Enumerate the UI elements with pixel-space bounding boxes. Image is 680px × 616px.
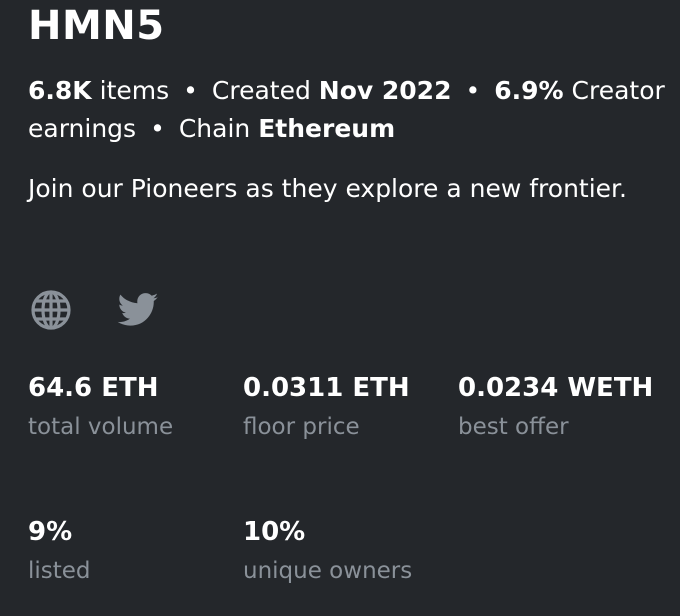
website-link[interactable] [29, 288, 73, 332]
collection-meta: 6.8K items • Created Nov 2022 • 6.9% Creator… [28, 72, 668, 148]
stat-value: 9% [28, 517, 73, 547]
stat-label: best offer [458, 414, 569, 440]
items-label: items [99, 76, 170, 105]
created-label: Created [211, 76, 311, 105]
collection-description: Join our Pioneers as they explore a new … [28, 174, 627, 203]
chain-value: Ethereum [258, 114, 396, 143]
stat-value: 10% [243, 517, 306, 547]
collection-title: HMN5 [28, 3, 165, 49]
stat-unique-owners: 10% unique owners [243, 508, 412, 586]
stat-total-volume: 64.6 ETH total volume [28, 364, 173, 442]
stat-label: unique owners [243, 558, 413, 584]
items-count: 6.8K [28, 76, 92, 105]
stat-value: 0.0311 ETH [243, 373, 410, 403]
stat-value: 64.6 ETH [28, 373, 159, 403]
stat-label: total volume [28, 414, 174, 440]
twitter-link[interactable] [116, 288, 160, 332]
stat-value: 0.0234 WETH [458, 373, 654, 403]
separator: • [183, 76, 198, 105]
stat-label: listed [28, 558, 91, 584]
chain-label: Chain [178, 114, 251, 143]
stat-floor-price: 0.0311 ETH floor price [243, 364, 410, 442]
separator: • [465, 76, 481, 105]
globe-icon [31, 290, 71, 330]
stat-label: floor price [243, 414, 360, 440]
created-value: Nov 2022 [318, 76, 452, 105]
earnings-value: 6.9% [494, 76, 564, 105]
twitter-icon [117, 293, 159, 326]
stat-best-offer: 0.0234 WETH best offer [458, 364, 658, 442]
separator: • [150, 114, 165, 143]
stat-listed: 9% listed [28, 508, 91, 586]
